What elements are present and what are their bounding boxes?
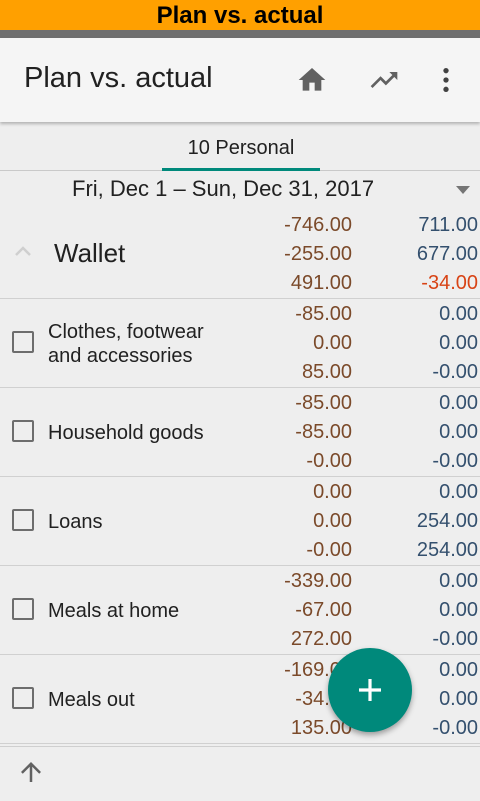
actual-value: -0.00 xyxy=(432,450,478,472)
plan-value: -85.00 xyxy=(295,303,352,325)
category-checkbox[interactable] xyxy=(12,687,34,709)
actual-value: 0.00 xyxy=(439,421,478,443)
plan-value: 0.00 xyxy=(313,332,352,354)
actual-value: 0.00 xyxy=(439,392,478,414)
category-checkbox[interactable] xyxy=(12,420,34,442)
overflow-menu-button[interactable] xyxy=(426,60,466,100)
date-range-label: Fri, Dec 1 – Sun, Dec 31, 2017 xyxy=(72,176,375,201)
category-label: Meals out xyxy=(48,689,135,711)
chevron-up-icon[interactable] xyxy=(13,244,33,258)
category-checkbox[interactable] xyxy=(12,509,34,531)
trending-up-icon xyxy=(370,72,398,88)
bottom-bar xyxy=(0,746,480,801)
category-label: and accessories xyxy=(48,345,193,367)
actual-value: 0.00 xyxy=(439,332,478,354)
banner-divider xyxy=(0,30,480,38)
actual-value: 254.00 xyxy=(416,510,478,532)
category-row-meals-at-home[interactable]: Meals at home -339.00 -67.00 272.00 0.00… xyxy=(0,566,480,655)
plan-value: 85.00 xyxy=(301,361,352,383)
actual-value: 0.00 xyxy=(439,303,478,325)
category-label: Loans xyxy=(48,511,103,533)
category-list: Wallet -746.00 -255.00 491.00 711.00 677… xyxy=(0,210,480,744)
trend-button[interactable] xyxy=(364,60,404,100)
date-range-selector[interactable]: Fri, Dec 1 – Sun, Dec 31, 2017 xyxy=(0,170,480,210)
plan-value: -0.00 xyxy=(306,539,352,561)
wallet-row[interactable]: Wallet -746.00 -255.00 491.00 711.00 677… xyxy=(0,210,480,299)
actual-value: 254.00 xyxy=(416,539,478,561)
wallet-actual-value: -34.00 xyxy=(421,272,478,294)
plan-value: -85.00 xyxy=(295,392,352,414)
banner-title: Plan vs. actual xyxy=(0,0,480,30)
plan-value: 0.00 xyxy=(313,510,352,532)
plan-value: 272.00 xyxy=(290,628,352,650)
actual-value: -0.00 xyxy=(432,361,478,383)
app-bar: Plan vs. actual xyxy=(0,38,480,122)
actual-value: 0.00 xyxy=(439,481,478,503)
category-checkbox[interactable] xyxy=(12,331,34,353)
wallet-actual-value: 711.00 xyxy=(418,214,478,236)
plus-icon xyxy=(359,679,381,701)
category-row-household[interactable]: Household goods -85.00 -85.00 -0.00 0.00… xyxy=(0,388,480,477)
dropdown-arrow-icon xyxy=(456,186,470,194)
wallet-plan-value: 491.00 xyxy=(290,272,352,294)
tab-10-personal[interactable]: 10 Personal xyxy=(162,124,320,171)
category-label: Meals at home xyxy=(48,600,180,622)
category-label: Household goods xyxy=(48,422,204,444)
plan-value: -67.00 xyxy=(295,599,352,621)
category-checkbox[interactable] xyxy=(12,598,34,620)
wallet-label: Wallet xyxy=(54,238,126,268)
category-label: Clothes, footwear xyxy=(48,321,204,343)
wallet-plan-value: -746.00 xyxy=(284,214,352,236)
plan-value: 135.00 xyxy=(290,717,352,739)
plan-value: -0.00 xyxy=(306,450,352,472)
page-title: Plan vs. actual xyxy=(24,62,213,94)
home-icon xyxy=(298,68,326,91)
more-vert-icon xyxy=(443,68,449,92)
plan-value: -85.00 xyxy=(295,421,352,443)
plan-value: 0.00 xyxy=(313,481,352,503)
wallet-actual-value: 677.00 xyxy=(416,243,478,265)
plan-value: -339.00 xyxy=(284,570,352,592)
actual-value: 0.00 xyxy=(439,599,478,621)
tab-bar: 10 Personal xyxy=(0,124,480,171)
add-button[interactable] xyxy=(328,648,412,732)
home-button[interactable] xyxy=(292,60,332,100)
arrow-up-icon[interactable] xyxy=(16,757,46,787)
actual-value: 0.00 xyxy=(439,570,478,592)
wallet-plan-value: -255.00 xyxy=(284,243,352,265)
category-row-loans[interactable]: Loans 0.00 0.00 -0.00 0.00 254.00 254.00 xyxy=(0,477,480,566)
category-row-clothes[interactable]: Clothes, footwear and accessories -85.00… xyxy=(0,299,480,388)
